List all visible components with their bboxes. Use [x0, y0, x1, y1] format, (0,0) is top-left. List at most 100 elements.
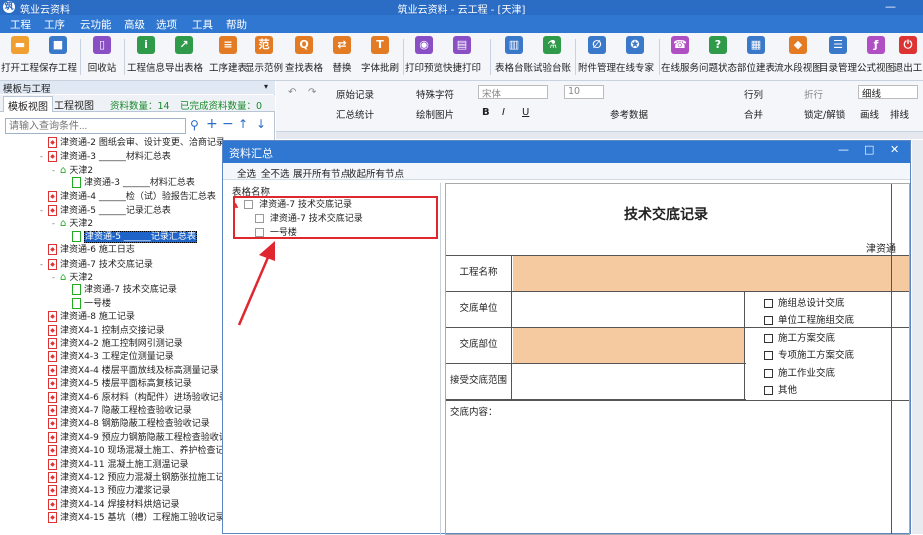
question-icon: ?	[709, 36, 727, 54]
italic-icon[interactable]: I	[502, 107, 505, 118]
expand-toggle-icon[interactable]: -	[52, 217, 60, 230]
lock-unlock-button[interactable]: 锁定/解锁	[804, 107, 845, 121]
font-family-select[interactable]: 宋体	[478, 85, 548, 100]
tree-node[interactable]: 一号楼	[64, 297, 111, 311]
test-ledger-button[interactable]: ⚗ 试验台账	[528, 36, 576, 74]
font-size-select[interactable]: 10	[564, 85, 604, 99]
expand-all-button[interactable]: 展开所有节点	[293, 166, 350, 180]
checkbox-special-plan[interactable]: 专项施工方案交底	[764, 347, 854, 361]
select-all-button[interactable]: 全选	[237, 166, 256, 180]
select-none-button[interactable]: 全不选	[261, 166, 290, 180]
underline-icon[interactable]: U	[522, 107, 529, 118]
tree-node[interactable]: - ⌂ 天津2	[52, 217, 93, 230]
part-build-button[interactable]: ▦ 部位建表	[732, 36, 780, 74]
wrap-button[interactable]: 折行	[804, 87, 823, 101]
save-project-button[interactable]: ■ 保存工程	[34, 36, 82, 74]
checkbox-construction-plan[interactable]: 施工方案交底	[764, 330, 835, 344]
tree-node[interactable]: ◆ 津资X4-10 现场混凝土施工、养护检查记录	[40, 445, 233, 458]
dialog-close-icon[interactable]: ✕	[890, 143, 899, 156]
tree-node[interactable]: ◆ 津资X4-8 钢筋隐蔽工程检查验收记录	[40, 418, 210, 431]
vertical-scrollbar[interactable]	[912, 140, 923, 534]
export-table-button[interactable]: ↗ 导出表格	[160, 36, 208, 74]
menu-item-advanced[interactable]: 高级	[124, 17, 145, 32]
menu-item-cloud[interactable]: 云功能	[80, 17, 112, 32]
tree-node[interactable]: ◆ 津资X4-3 工程定位测量记录	[40, 351, 174, 364]
dialog-maximize-icon[interactable]: □	[864, 143, 874, 156]
menu-item-options[interactable]: 选项	[156, 17, 177, 32]
add-icon[interactable]: +	[206, 116, 218, 132]
quick-print-button[interactable]: ▤ 快捷打印	[438, 36, 486, 74]
draw-picture-button[interactable]: 绘制图片	[416, 107, 454, 121]
dialog-minimize-icon[interactable]: —	[838, 143, 849, 156]
tab-project-view[interactable]: 工程视图	[50, 96, 98, 112]
scope-field[interactable]	[513, 364, 745, 399]
undo-icon[interactable]: ↶	[288, 87, 296, 98]
tree-node[interactable]: ◆ 津资X4-4 楼层平面放线及标高测量记录	[40, 364, 219, 378]
original-record-button[interactable]: 原始记录	[336, 87, 374, 101]
reference-data-button[interactable]: 参考数据	[610, 107, 648, 121]
checkbox-unit-construction[interactable]: 单位工程施组交底	[764, 312, 854, 326]
draw-line-button[interactable]: 画线	[860, 107, 879, 121]
recycle-bin-button[interactable]: ▯ 回收站	[78, 36, 126, 74]
tree-node[interactable]: ◆ 津资X4-12 预应力混凝土钢筋张拉施工记录	[40, 472, 233, 485]
tree-node[interactable]: ◆ 津资X4-14 焊接材料烘焙记录	[40, 498, 179, 512]
menu-item-help[interactable]: 帮助	[226, 17, 247, 32]
tab-template-view[interactable]: 模板视图	[3, 96, 53, 113]
tree-node[interactable]: ◆ 津资通-8 施工记录	[40, 311, 135, 324]
expand-toggle-icon[interactable]: -	[40, 258, 48, 271]
move-up-icon[interactable]: ↑	[238, 117, 248, 131]
expand-toggle-icon[interactable]: -	[40, 150, 48, 163]
tree-node[interactable]: ◆ 津资通-2 图纸会审、设计变更、洽商记录	[40, 137, 225, 150]
checkbox-general-design[interactable]: 施组总设计交底	[764, 295, 845, 309]
project-name-field[interactable]	[513, 256, 909, 291]
tree-node[interactable]: ◆ 津资X4-15 基坑（槽）工程施工验收记录	[40, 512, 224, 525]
checkbox-operation[interactable]: 施工作业交底	[764, 365, 835, 379]
tree-node[interactable]: ◆ 津资X4-13 预应力灌浆记录	[40, 485, 170, 498]
bold-icon[interactable]: B	[482, 107, 490, 118]
tree-node[interactable]: - ◆ 津资通-5 ______记录汇总表	[40, 204, 171, 217]
minimize-icon[interactable]: —	[885, 0, 896, 13]
tree-node[interactable]: - ◆ 津资通-3 ______材料汇总表	[40, 150, 171, 163]
tree-node[interactable]: - ◆ 津资通-7 技术交底记录	[40, 258, 153, 271]
tree-node[interactable]: ◆ 津资X4-2 施工控制网引测记录	[40, 338, 183, 351]
exit-button[interactable]: ⏻ 退出工	[888, 36, 923, 74]
expand-toggle-icon[interactable]: -	[52, 164, 60, 177]
tree-node[interactable]: ◆ 津资通-6 施工日志	[40, 244, 135, 257]
search-icon[interactable]: ⚲	[190, 118, 199, 132]
unit-field[interactable]	[513, 292, 745, 327]
tree-node[interactable]: 津资通-3 ______材料汇总表	[64, 177, 195, 190]
tree-node[interactable]: ◆ 津资X4-9 预应力钢筋隐蔽工程检查验收记录	[40, 431, 237, 445]
tree-node[interactable]: ◆ 津资通-4 ______检（试）验报告汇总表	[40, 190, 216, 204]
redo-icon[interactable]: ↷	[308, 87, 316, 98]
arrange-line-button[interactable]: 排线	[890, 107, 909, 121]
expand-toggle-icon[interactable]: -	[52, 271, 60, 284]
tree-node[interactable]: ◆ 津资X4-7 隐蔽工程检查验收记录	[40, 405, 192, 418]
remove-icon[interactable]: −	[222, 116, 234, 132]
menu-item-tools[interactable]: 工具	[192, 17, 213, 32]
tree-search-input[interactable]	[5, 118, 186, 134]
tree-node[interactable]: ◆ 津资X4-11 混凝土施工测温记录	[40, 458, 188, 472]
menu-item-project[interactable]: 工程	[10, 17, 31, 32]
summary-stats-button[interactable]: 汇总统计	[336, 107, 374, 121]
tree-node[interactable]: ◆ 津资X4-6 原材料（构配件）进场验收记录	[40, 391, 228, 405]
merge-button[interactable]: 合并	[744, 107, 763, 121]
tree-node[interactable]: 津资通-5 ______记录汇总表	[64, 230, 197, 244]
move-down-icon[interactable]: ↓	[256, 117, 266, 131]
line-style-select[interactable]: 细线	[858, 85, 918, 100]
special-char-button[interactable]: 特殊字符	[416, 87, 454, 101]
tree-node[interactable]: - ⌂ 天津2	[52, 164, 93, 177]
tree-node[interactable]: - ⌂ 天津2	[52, 271, 93, 284]
font-brush-button[interactable]: T 字体批刷	[356, 36, 404, 74]
tree-node[interactable]: ◆ 津资X4-5 楼层平面标高复核记录	[40, 378, 192, 391]
collapse-all-button[interactable]: 收起所有节点	[347, 166, 404, 180]
online-expert-button[interactable]: ✪ 在线专家	[611, 36, 659, 74]
menu-item-process[interactable]: 工序	[44, 17, 65, 32]
pin-icon[interactable]: ▾	[264, 82, 268, 91]
expand-toggle-icon[interactable]: -	[40, 204, 48, 217]
row-col-button[interactable]: 行列	[744, 87, 763, 101]
tree-node[interactable]: ◆ 津资X4-1 控制点交接记录	[40, 324, 165, 338]
part-field[interactable]	[513, 328, 745, 363]
tree-node[interactable]: 津资通-7 技术交底记录	[64, 284, 177, 297]
data-count: 资料数量：14	[110, 101, 170, 112]
checkbox-other[interactable]: 其他	[764, 382, 797, 396]
